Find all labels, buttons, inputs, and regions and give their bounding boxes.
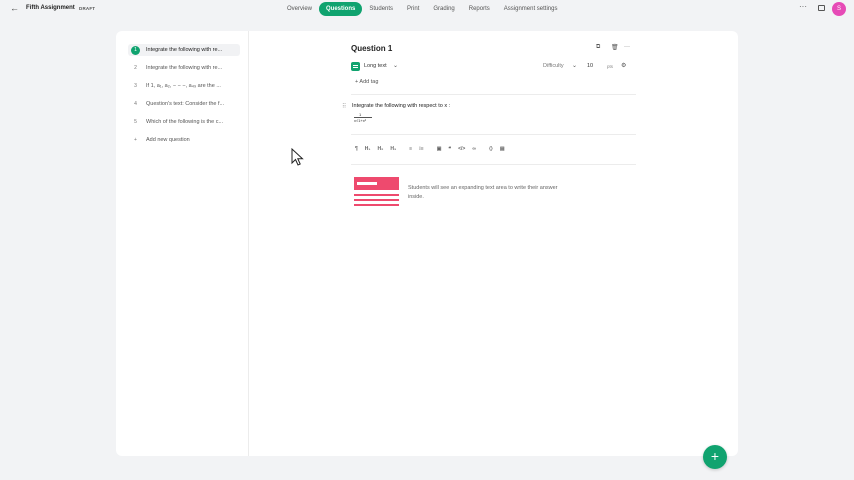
inbox-icon[interactable] (818, 5, 825, 11)
tab-print[interactable]: Print (400, 2, 426, 16)
tab-reports[interactable]: Reports (462, 2, 497, 16)
trash-icon[interactable]: 🗑 (611, 44, 619, 51)
question-title: Question 1 (351, 44, 393, 53)
sidebar-item-question-5[interactable]: 5 Which of the following is the c... (128, 116, 240, 128)
divider (351, 164, 636, 165)
more-options-icon[interactable]: ··· (624, 44, 630, 50)
mouse-cursor-icon (291, 148, 304, 166)
sidebar-item-question-3[interactable]: 3 If 1, a₁, a₂, − − −, a₄₉ are the ... (128, 80, 240, 92)
quote-icon[interactable]: ❝ (448, 146, 451, 152)
duplicate-icon[interactable]: ⧉ (596, 44, 600, 51)
tab-students[interactable]: Students (362, 2, 400, 16)
add-question-label: Add new question (146, 137, 190, 143)
chevron-down-icon[interactable]: ⌄ (572, 62, 577, 69)
question-number: 2 (134, 64, 137, 71)
bullet-list-icon[interactable]: ≡ (409, 146, 412, 152)
table-icon[interactable]: ▤ (500, 146, 505, 152)
formula[interactable]: 1 x√1+x² (353, 112, 373, 124)
add-new-question-button[interactable]: + Add new question (128, 134, 240, 146)
answer-area-preview-icon (354, 177, 399, 207)
preview-line (354, 204, 399, 206)
assignment-title: Fifth Assignment (26, 5, 75, 11)
tab-assignment-settings[interactable]: Assignment settings (497, 2, 565, 16)
paragraph-icon[interactable]: ¶ (355, 146, 358, 152)
question-type-select[interactable]: Long text (364, 63, 387, 69)
tab-overview[interactable]: Overview (280, 2, 319, 16)
question-label: If 1, a₁, a₂, − − −, a₄₉ are the ... (146, 83, 221, 89)
sidebar-item-question-4[interactable]: 4 Question's text: Consider the f... (128, 98, 240, 110)
question-label: Integrate the following with re... (146, 47, 223, 53)
formatting-toolbar: ¶ H₁ H₂ H₃ ≡ ⁝≡ ▣ ❝ </> ∞ ⟨⟩ ▤ (355, 144, 512, 154)
difficulty-select[interactable]: Difficulty (543, 63, 564, 69)
code-icon[interactable]: </> (458, 146, 465, 152)
avatar[interactable]: S (832, 2, 846, 16)
question-number: 4 (134, 100, 137, 107)
sliders-icon[interactable]: ⚙ (621, 62, 626, 69)
draft-badge: DRAFT (79, 6, 96, 11)
preview-line (354, 199, 399, 201)
question-label: Question's text: Consider the f... (146, 101, 225, 107)
formula-denominator: x√1+x² (354, 118, 367, 123)
divider (351, 134, 636, 135)
tab-grading[interactable]: Grading (426, 2, 461, 16)
answer-preview-hint: Students will see an expanding text area… (408, 185, 558, 200)
numbered-list-icon[interactable]: ⁝≡ (419, 146, 424, 152)
add-button[interactable]: + (703, 445, 727, 469)
points-label: pts (607, 64, 614, 69)
question-list: 1 Integrate the following with re... 2 I… (116, 31, 249, 456)
main-card: 1 Integrate the following with re... 2 I… (116, 31, 738, 456)
plus-icon: + (134, 136, 137, 143)
question-label: Integrate the following with re... (146, 65, 223, 71)
divider (351, 94, 636, 95)
chevron-down-icon[interactable]: ⌄ (393, 62, 398, 69)
embed-icon[interactable]: ⟨⟩ (489, 146, 493, 152)
heading-3-icon[interactable]: H₃ (390, 146, 396, 152)
main-nav: Overview Questions Students Print Gradin… (280, 2, 564, 16)
preview-block (354, 177, 399, 190)
question-label: Which of the following is the c... (146, 119, 224, 125)
arrow-left-icon[interactable]: ← (10, 3, 19, 13)
question-number: 1 (131, 45, 140, 55)
preview-line (354, 194, 399, 196)
heading-1-icon[interactable]: H₁ (365, 146, 371, 152)
sidebar-item-question-2[interactable]: 2 Integrate the following with re... (128, 62, 240, 74)
question-text[interactable]: Integrate the following with respect to … (352, 103, 450, 109)
long-text-icon (351, 62, 360, 71)
question-number: 5 (134, 118, 137, 125)
add-tag-button[interactable]: + Add tag (355, 79, 378, 85)
heading-2-icon[interactable]: H₂ (377, 146, 383, 152)
drag-handle-icon[interactable]: ⠿ (342, 103, 346, 110)
link-icon[interactable]: ∞ (472, 146, 476, 152)
image-icon[interactable]: ▣ (437, 146, 442, 152)
question-number: 3 (134, 82, 137, 89)
tab-questions[interactable]: Questions (319, 2, 363, 16)
points-input[interactable]: 10 (587, 63, 593, 69)
top-bar: ← Fifth Assignment DRAFT Overview Questi… (0, 0, 854, 18)
more-options-icon[interactable]: ··· (799, 2, 807, 11)
sidebar-item-question-1[interactable]: 1 Integrate the following with re... (128, 44, 240, 56)
